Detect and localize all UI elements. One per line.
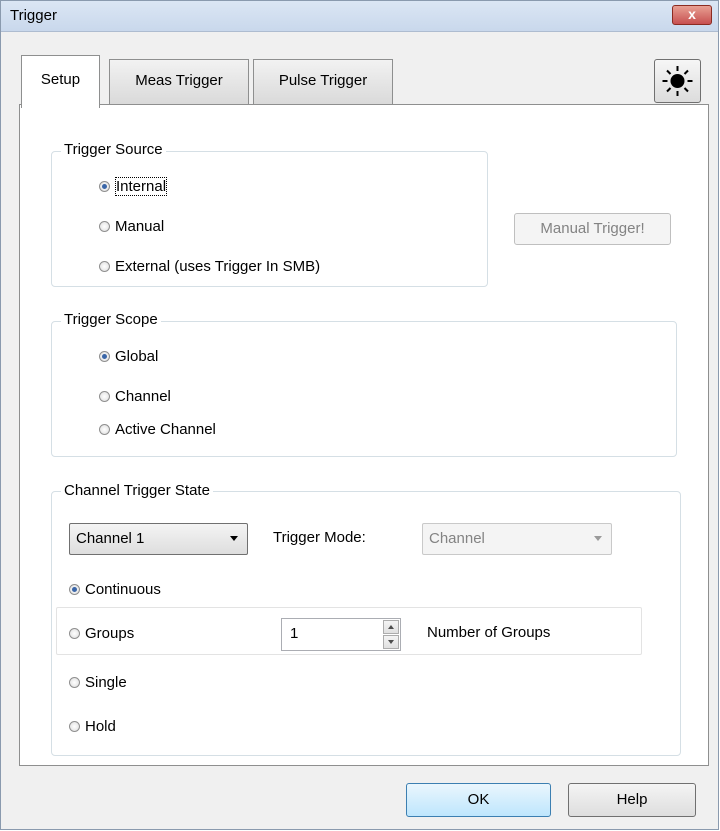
radio-global-label: Global [115, 348, 159, 365]
channel-trigger-state-label: Channel Trigger State [61, 482, 213, 499]
help-button[interactable]: Help [568, 783, 696, 817]
radio-global[interactable]: Global [99, 348, 158, 365]
radio-internal[interactable]: Internal [99, 177, 168, 196]
radio-internal-label: Internal [115, 177, 168, 196]
close-button[interactable]: x [672, 5, 712, 25]
tab-setup-label: Setup [40, 71, 81, 88]
chevron-down-icon [594, 536, 602, 541]
radio-hold[interactable]: Hold [69, 718, 116, 735]
title-bar: Trigger x [1, 1, 718, 32]
radio-external-dot [99, 261, 110, 272]
groups-stepper[interactable]: 1 [281, 618, 401, 651]
trigger-mode-label: Trigger Mode: [273, 529, 366, 546]
radio-manual[interactable]: Manual [99, 218, 164, 235]
radio-channel-dot [99, 391, 110, 402]
radio-channel-label: Channel [115, 388, 171, 405]
spin-down-icon[interactable] [383, 635, 399, 649]
radio-single-label: Single [85, 674, 127, 691]
radio-continuous-dot [69, 584, 80, 595]
manual-trigger-button[interactable]: Manual Trigger! [514, 213, 671, 245]
tab-pulse-trigger[interactable]: Pulse Trigger [253, 59, 393, 105]
radio-groups-dot [69, 628, 80, 639]
radio-external-label: External (uses Trigger In SMB) [115, 258, 321, 275]
radio-single-dot [69, 677, 80, 688]
spin-up-icon[interactable] [383, 620, 399, 634]
radio-groups[interactable]: Groups [69, 625, 134, 642]
close-icon: x [688, 6, 696, 22]
radio-manual-label: Manual [115, 218, 165, 235]
trigger-source-label: Trigger Source [61, 141, 166, 158]
tab-pulse-trigger-label: Pulse Trigger [278, 72, 368, 89]
trigger-mode-value: Channel [429, 530, 485, 547]
tab-meas-trigger[interactable]: Meas Trigger [109, 59, 249, 105]
channel-select-value: Channel 1 [76, 530, 145, 547]
trigger-scope-label: Trigger Scope [61, 311, 161, 328]
radio-active-channel[interactable]: Active Channel [99, 421, 216, 438]
radio-groups-label: Groups [85, 625, 135, 642]
radio-single[interactable]: Single [69, 674, 127, 691]
radio-continuous[interactable]: Continuous [69, 581, 161, 598]
ok-button[interactable]: OK [406, 783, 551, 817]
channel-select[interactable]: Channel 1 [69, 523, 248, 555]
radio-active-channel-label: Active Channel [115, 421, 216, 438]
radio-channel[interactable]: Channel [99, 388, 171, 405]
sun-icon [662, 66, 693, 96]
trigger-mode-select[interactable]: Channel [422, 523, 612, 555]
chevron-down-icon [230, 536, 238, 541]
tab-meas-trigger-label: Meas Trigger [135, 72, 223, 89]
tab-setup[interactable]: Setup [21, 55, 100, 108]
radio-hold-dot [69, 721, 80, 732]
radio-external[interactable]: External (uses Trigger In SMB) [99, 258, 320, 275]
groups-value: 1 [290, 625, 299, 642]
radio-manual-dot [99, 221, 110, 232]
brightness-button[interactable] [654, 59, 701, 103]
radio-active-channel-dot [99, 424, 110, 435]
radio-internal-dot [99, 181, 110, 192]
window-title: Trigger [10, 7, 57, 24]
radio-global-dot [99, 351, 110, 362]
radio-continuous-label: Continuous [85, 581, 161, 598]
number-of-groups-label: Number of Groups [427, 624, 551, 641]
radio-hold-label: Hold [85, 718, 116, 735]
trigger-dialog: Trigger x Setup Meas Trigger Pulse Trigg… [0, 0, 719, 830]
